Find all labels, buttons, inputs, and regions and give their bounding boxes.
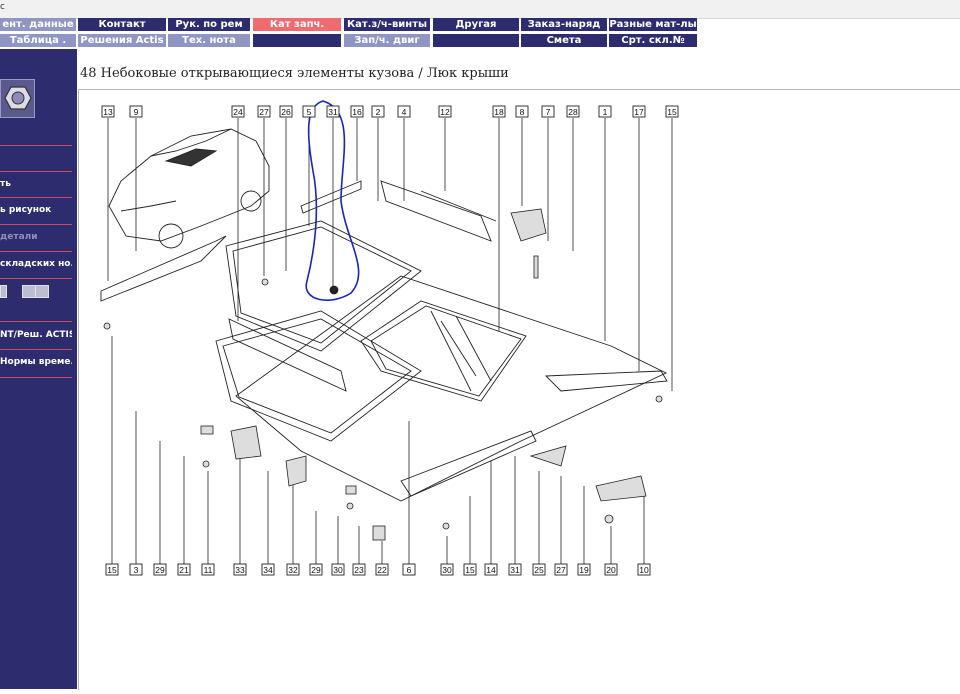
browser-top-strip: с: [0, 0, 960, 19]
sidebar-separator: [0, 145, 72, 146]
callout-top-number[interactable]: 26: [281, 107, 291, 117]
left-sidebar: ть ь рисунок детали складских но... NT/Р…: [0, 49, 77, 689]
page-title: 48 Небоковые открывающиеся элементы кузо…: [80, 66, 509, 81]
tab-misc-materials[interactable]: Разные мат-лы: [609, 18, 697, 31]
callout-bottom-number[interactable]: 22: [377, 565, 387, 575]
callout-top-number[interactable]: 27: [259, 107, 269, 117]
tab-parts-catalog[interactable]: Кат запч.: [253, 18, 341, 31]
callout-top-number[interactable]: 31: [328, 107, 338, 117]
callout-bottom-number[interactable]: 23: [354, 565, 364, 575]
hex-nut-button[interactable]: [0, 79, 35, 118]
callout-bottom-number[interactable]: 33: [235, 565, 245, 575]
car-illustration: [108, 128, 270, 249]
tab-blank: [253, 34, 341, 47]
callout-top-number[interactable]: 16: [352, 107, 362, 117]
callout-top-number[interactable]: 7: [546, 107, 551, 117]
callout-bottom-number[interactable]: 27: [556, 565, 566, 575]
sidebar-separator: [0, 377, 72, 378]
sidebar-separator: [0, 278, 72, 279]
hex-nut-icon: [4, 86, 32, 110]
sidebar-item-warehouse-numbers[interactable]: складских но...: [0, 252, 72, 277]
callout-bottom-number[interactable]: 30: [333, 565, 343, 575]
callout-bottom-number[interactable]: 32: [288, 565, 298, 575]
callout-bottom-number[interactable]: 6: [407, 565, 412, 575]
callout-bottom-number[interactable]: 25: [534, 565, 544, 575]
callout-bottom-number[interactable]: 29: [311, 565, 321, 575]
callout-top-number[interactable]: 17: [634, 107, 644, 117]
callout-top-number[interactable]: 2: [376, 107, 381, 117]
callout-bottom-number[interactable]: 19: [579, 565, 589, 575]
tab-ident-data[interactable]: ент. данные: [0, 18, 76, 31]
tab-tech-note[interactable]: Тех. нота: [168, 34, 250, 47]
tab-work-order[interactable]: Заказ-наряд: [521, 18, 607, 31]
callout-top-number[interactable]: 4: [402, 107, 407, 117]
tab-repair-manual[interactable]: Рук. по рем: [168, 18, 250, 31]
top-tab-bar: ент. данные Контакт Рук. по рем Кат запч…: [0, 18, 700, 49]
callout-bottom-number[interactable]: 14: [486, 565, 496, 575]
callout-top-number[interactable]: 15: [667, 107, 677, 117]
callout-bottom-number[interactable]: 15: [465, 565, 475, 575]
sidebar-item-parts[interactable]: детали: [0, 225, 72, 250]
callout-bottom-number[interactable]: 20: [606, 565, 616, 575]
tab-estimate[interactable]: Смета: [521, 34, 607, 47]
tab-warehouse-number[interactable]: Срт. скл.№: [609, 34, 697, 47]
tab-blank: [433, 34, 519, 47]
callout-bottom-number[interactable]: 11: [204, 565, 213, 575]
sidebar-item-nt-actis[interactable]: NT/Реш. ACTIS: [0, 323, 72, 348]
callout-bottom-number[interactable]: 29: [155, 565, 165, 575]
view-toggle-square[interactable]: [0, 285, 7, 298]
callout-bottom-number[interactable]: 15: [107, 565, 117, 575]
callout-bottom-number[interactable]: 30: [442, 565, 452, 575]
sidebar-item-print-drawing[interactable]: ь рисунок: [0, 198, 72, 223]
sidebar-item-print[interactable]: ть: [0, 172, 72, 197]
callout-top-number[interactable]: 5: [307, 107, 312, 117]
tab-other[interactable]: Другая: [433, 18, 519, 31]
callout-top-number[interactable]: 24: [233, 107, 243, 117]
top-strip-mark: с: [0, 2, 5, 12]
callout-top-number[interactable]: 28: [568, 107, 578, 117]
callout-bottom-number[interactable]: 34: [263, 565, 273, 575]
sidebar-item-time-norms[interactable]: Нормы време...: [0, 350, 72, 375]
sidebar-separator: [0, 171, 72, 172]
view-toggle-square[interactable]: [35, 285, 49, 298]
callout-top-number[interactable]: 13: [103, 107, 113, 117]
tab-contact[interactable]: Контакт: [78, 18, 166, 31]
callout-top-number[interactable]: 12: [440, 107, 450, 117]
parts-diagram: 13 9 24 27 26 5 31 16 2 4 12 18 8 7 28 1 17 15 15 3 29 21 11 3…: [78, 89, 960, 690]
view-toggle-square[interactable]: [22, 285, 36, 298]
tab-actis-solutions[interactable]: Решения Actis: [78, 34, 166, 47]
tab-engine-parts[interactable]: Зап/ч. двиг: [344, 34, 430, 47]
callout-bottom-number[interactable]: 21: [179, 565, 189, 575]
callout-bottom-number[interactable]: 3: [134, 565, 139, 575]
sunroof-frames: [215, 180, 497, 442]
exploded-view-drawing: 13 9 24 27 26 5 31 16 2 4 12 18 8 7 28 1 17 15 15 3 29 21 11 3…: [100, 100, 679, 576]
callout-top-number[interactable]: 1: [603, 107, 608, 117]
callout-bottom-number[interactable]: 10: [639, 565, 649, 575]
callout-bottom-number[interactable]: 31: [510, 565, 520, 575]
tab-screws-catalog[interactable]: Кат.з/ч-винты: [344, 18, 430, 31]
tab-table[interactable]: Таблица .: [0, 34, 76, 47]
callout-top-number[interactable]: 8: [520, 107, 525, 117]
callout-top-number[interactable]: 9: [134, 107, 139, 117]
callout-top-number[interactable]: 18: [494, 107, 504, 117]
sidebar-separator: [0, 321, 72, 322]
